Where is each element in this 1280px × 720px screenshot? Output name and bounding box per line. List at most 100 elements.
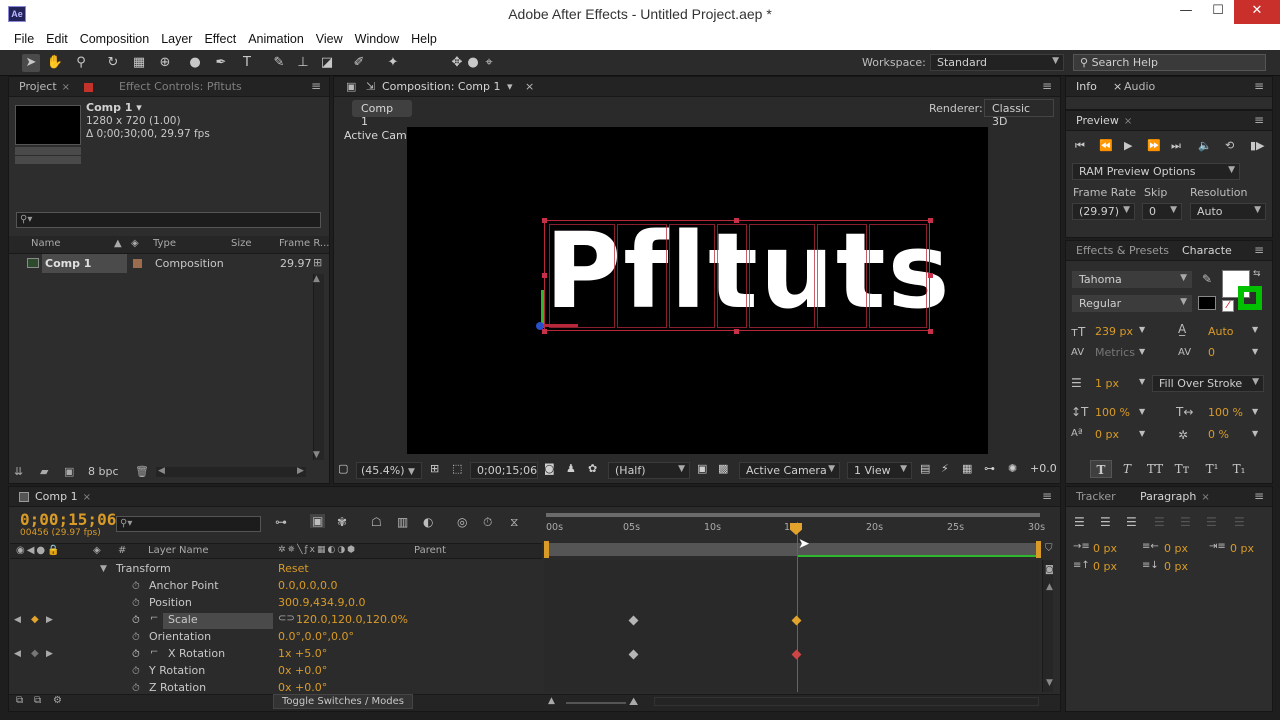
loop-icon[interactable]: ⟲ — [1225, 139, 1234, 152]
scroll-right-icon[interactable]: ▶ — [297, 466, 304, 476]
work-area-bar[interactable] — [546, 513, 1040, 517]
comp-button-icon[interactable]: ⛉ — [1045, 543, 1053, 554]
transform-handle[interactable] — [734, 329, 739, 334]
comp-flowchart-icon[interactable]: ⇲ — [366, 80, 375, 93]
stroke-mode-dropdown[interactable]: Fill Over Stroke ▼ — [1152, 375, 1264, 392]
comp-subtab[interactable]: Comp 1 — [352, 100, 412, 128]
menu-view[interactable]: View — [310, 30, 349, 50]
font-family-dropdown[interactable]: Tahoma ▼ — [1072, 271, 1192, 288]
close-tab-icon[interactable]: × — [1124, 116, 1132, 127]
tab-info[interactable]: Info — [1076, 80, 1097, 93]
puppet-pin-tool-icon[interactable]: ✦ — [384, 54, 402, 72]
tab-preview[interactable]: Preview × — [1076, 114, 1132, 127]
prev-keyframe-icon[interactable]: ◀ — [14, 649, 21, 659]
indent-right-value[interactable]: 0 px — [1164, 542, 1188, 555]
superscript-button[interactable]: T¹ — [1201, 460, 1223, 478]
last-frame-icon[interactable]: ⏭ — [1171, 139, 1181, 153]
graph-icon[interactable]: ⌐ — [150, 647, 158, 658]
column-size[interactable]: Size — [231, 238, 252, 254]
mute-audio-icon[interactable]: 🔈 — [1198, 139, 1212, 152]
transform-handle[interactable] — [734, 218, 739, 223]
shy-layers-icon[interactable]: ☖ — [371, 515, 382, 529]
previous-frame-icon[interactable]: ⏪ — [1099, 139, 1113, 152]
brainstorm-icon[interactable]: ◎ — [457, 515, 467, 529]
no-fill-swatch[interactable] — [1198, 296, 1216, 310]
close-tab-icon[interactable]: × — [1113, 80, 1122, 93]
stroke-width-value[interactable]: 1 px — [1095, 377, 1119, 390]
constrain-proportions-icon[interactable]: ⊂⊃ — [278, 613, 295, 624]
reset-exposure-icon[interactable]: ✺ — [1008, 462, 1017, 479]
stopwatch-icon[interactable]: ⏱ — [132, 598, 140, 609]
region-of-interest-icon[interactable]: ▣ — [697, 462, 707, 479]
rotate-tool-icon[interactable]: ↻ — [104, 54, 122, 72]
out-point-handle[interactable] — [1036, 541, 1041, 558]
trash-icon[interactable]: 🗑 — [135, 465, 149, 478]
transparency-grid-icon[interactable]: ▩ — [718, 462, 728, 479]
transform-handle[interactable] — [542, 218, 547, 223]
frame-rate-dropdown[interactable]: (29.97) ▼ — [1072, 203, 1135, 220]
panel-menu-icon[interactable]: ≡ — [1042, 489, 1052, 503]
draft-3d-icon[interactable]: ✾ — [337, 515, 347, 529]
skip-dropdown[interactable]: 0 ▼ — [1142, 203, 1182, 220]
tab-effects-presets[interactable]: Effects & Presets — [1076, 244, 1169, 257]
property-row-anchor-point[interactable]: ⏱ Anchor Point 0.0,0.0,0.0 — [10, 579, 540, 596]
mask-visibility-icon[interactable]: ⬚ — [452, 462, 462, 479]
close-tab-icon[interactable]: × — [62, 82, 70, 93]
tab-effect-controls[interactable]: Effect Controls: Pfltuts — [119, 80, 242, 93]
tab-comp-timeline[interactable]: Comp 1 × — [35, 490, 91, 503]
scroll-down-icon[interactable]: ▼ — [1046, 678, 1053, 688]
menu-layer[interactable]: Layer — [155, 30, 198, 50]
label-tag-icon[interactable]: ◈ — [93, 545, 101, 556]
chevron-down-icon[interactable]: ▼ — [1139, 407, 1145, 416]
tab-character[interactable]: Characte — [1182, 244, 1232, 257]
stopwatch-icon[interactable]: ⏱ — [132, 615, 140, 626]
property-value[interactable]: 300.9,434.9,0.0 — [278, 596, 365, 609]
scroll-down-icon[interactable]: ▼ — [313, 450, 320, 460]
all-caps-button[interactable]: TT — [1144, 460, 1166, 478]
switches-icons[interactable]: ✲✵╲ƒx▦◐◑⬢ — [278, 545, 357, 555]
in-out-toggle-icon[interactable]: ⚙ — [53, 695, 62, 706]
scroll-left-icon[interactable]: ◀ — [158, 466, 165, 476]
project-scrollbar[interactable] — [313, 274, 324, 460]
chevron-down-icon[interactable]: ▼ — [1139, 377, 1145, 386]
indent-first-line-value[interactable]: 0 px — [1230, 542, 1254, 555]
property-row-position[interactable]: ⏱ Position 300.9,434.9,0.0 — [10, 596, 540, 613]
fast-previews-icon[interactable]: ⚡ — [941, 462, 949, 479]
transform-handle[interactable] — [928, 218, 933, 223]
panel-menu-icon[interactable]: ≡ — [1254, 79, 1264, 93]
stroke-color-swatch[interactable] — [1238, 286, 1262, 310]
timeline-icon[interactable]: ▦ — [962, 462, 972, 479]
graph-icon[interactable]: ⌐ — [150, 613, 158, 624]
faux-italic-button[interactable]: T — [1116, 460, 1138, 478]
subscript-button[interactable]: T₁ — [1228, 460, 1250, 478]
menu-effect[interactable]: Effect — [198, 30, 242, 50]
font-size-value[interactable]: 239 px — [1095, 325, 1133, 338]
chevron-down-icon[interactable]: ▼ — [1139, 429, 1145, 438]
menu-animation[interactable]: Animation — [242, 30, 310, 50]
menu-file[interactable]: File — [8, 30, 40, 50]
channels-icon[interactable]: ✿ — [588, 462, 597, 479]
chevron-down-icon[interactable]: ▼ — [1252, 429, 1258, 438]
tsume-value[interactable]: 0 % — [1208, 428, 1229, 441]
new-composition-icon[interactable]: ▣ — [64, 465, 74, 478]
close-tab-icon[interactable]: × — [525, 80, 534, 93]
leading-value[interactable]: Auto — [1208, 325, 1234, 338]
stopwatch-icon[interactable]: ⏱ — [132, 666, 140, 677]
transfer-controls-toggle-icon[interactable]: ⧉ — [34, 695, 41, 706]
search-help-field[interactable]: ⚲ Search Help — [1073, 54, 1266, 71]
stopwatch-icon[interactable]: ⏱ — [132, 581, 140, 592]
tab-audio[interactable]: Audio — [1124, 80, 1155, 93]
camera-view-dropdown[interactable]: Active Camera ▼ — [739, 462, 840, 479]
expand-triangle-icon[interactable]: ▼ — [100, 564, 107, 574]
transform-handle[interactable] — [542, 329, 547, 334]
keyframe-area[interactable] — [544, 560, 1039, 692]
property-value[interactable]: 0.0,0.0,0.0 — [278, 579, 337, 592]
x-axis-gizmo[interactable] — [544, 324, 578, 327]
safe-margins-icon[interactable]: ⊞ — [430, 462, 439, 479]
horizontal-scale-value[interactable]: 100 % — [1208, 406, 1243, 419]
exposure-value[interactable]: +0.0 — [1030, 462, 1057, 479]
chevron-down-icon[interactable]: ▼ — [1139, 325, 1145, 334]
renderer-button[interactable]: Classic 3D — [984, 99, 1054, 128]
panel-menu-icon[interactable]: ≡ — [1254, 243, 1264, 257]
baseline-shift-value[interactable]: 0 px — [1095, 428, 1119, 441]
